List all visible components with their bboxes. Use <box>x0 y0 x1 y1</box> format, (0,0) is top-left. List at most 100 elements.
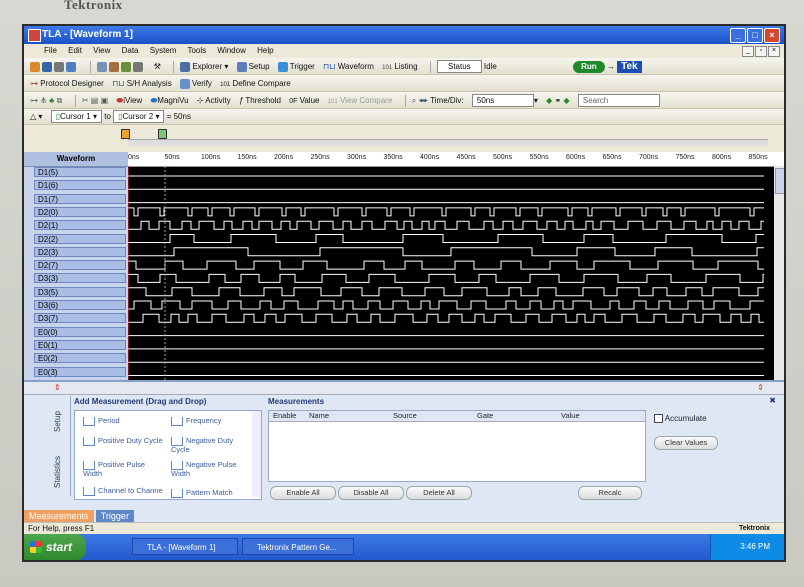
signal-label[interactable]: D2(1) <box>34 220 126 231</box>
search-next-icon[interactable]: ◆ <box>563 96 569 105</box>
mdi-restore-button[interactable]: ▫ <box>755 46 767 57</box>
disable-all-button[interactable]: Disable All <box>338 486 404 500</box>
start-button[interactable]: start <box>24 534 86 560</box>
cut-icon[interactable]: ✂ <box>82 96 89 105</box>
cursor2-select[interactable]: ▯Cursor 2 ▾ <box>113 110 165 124</box>
sh-analysis-button[interactable]: ⊓⊔ S/H Analysis <box>112 75 172 91</box>
open-icon[interactable] <box>30 61 40 72</box>
collapse-icon[interactable]: ⇕ <box>757 383 764 392</box>
tab-measurements[interactable]: Measurements <box>24 510 94 522</box>
record-icon[interactable] <box>66 61 76 72</box>
verify-button[interactable]: Verify <box>179 75 212 91</box>
measure-channel-delay[interactable]: Channel to Channel Delay <box>83 487 163 497</box>
chevron-down-icon[interactable]: ▾ <box>534 96 538 105</box>
measure-positive-duty-cycle[interactable]: Positive Duty Cycle <box>83 437 163 446</box>
measure-negative-duty-cycle[interactable]: Negative Duty Cycle <box>171 437 251 454</box>
value-button[interactable]: 0F Value <box>289 92 319 108</box>
signal-label[interactable]: D2(2) <box>34 233 126 244</box>
save-icon[interactable] <box>42 61 52 72</box>
probe-icon[interactable] <box>121 61 132 72</box>
measure-pattern-match[interactable]: Pattern Match <box>171 489 233 498</box>
chevron-down-icon[interactable]: ▾ <box>38 112 42 121</box>
splitter-bar[interactable]: ⇕ ⇕ <box>24 382 784 395</box>
signal-label[interactable]: D2(0) <box>34 206 126 217</box>
binoculars-icon[interactable]: ⚭ <box>555 96 562 105</box>
maximize-button[interactable]: □ <box>747 28 763 43</box>
signal-label[interactable]: E0(3) <box>34 366 126 377</box>
signal-label[interactable]: D1(7) <box>34 193 126 204</box>
signal-label[interactable]: E0(2) <box>34 353 126 364</box>
close-button[interactable]: × <box>764 28 780 43</box>
define-compare-button[interactable]: 101 Define Compare <box>220 75 291 91</box>
menu-view[interactable]: View <box>93 46 110 55</box>
mdi-close-button[interactable]: × <box>768 46 780 57</box>
module-icon[interactable] <box>109 61 120 72</box>
explorer-button[interactable]: Explorer ▾ <box>180 58 228 74</box>
zoom-icon[interactable]: ⌕ <box>412 96 416 105</box>
palette-scrollbar[interactable] <box>252 411 261 497</box>
signal-label[interactable]: D1(6) <box>34 180 126 191</box>
minimize-button[interactable]: _ <box>730 28 746 43</box>
menu-edit[interactable]: Edit <box>68 46 82 55</box>
task-tla-waveform[interactable]: TLA - [Waveform 1] <box>132 538 238 555</box>
signal-label[interactable]: D3(3) <box>34 273 126 284</box>
menu-window[interactable]: Window <box>217 46 245 55</box>
overlay-icon[interactable]: ⊶ <box>30 96 38 105</box>
search-prev-icon[interactable]: ◆ <box>546 96 552 105</box>
search-input[interactable]: Search <box>577 94 660 108</box>
signal-label[interactable]: E0(1) <box>34 339 126 350</box>
window-title-bar[interactable]: TLA - [Waveform 1] _ □ × <box>24 26 784 44</box>
measure-negative-pulse-width[interactable]: Negative Pulse Width <box>171 461 251 478</box>
accumulate-option[interactable]: Accumulate <box>654 414 707 424</box>
system-icon[interactable] <box>133 61 144 72</box>
signal-label[interactable]: D3(5) <box>34 286 126 297</box>
measure-period[interactable]: Period <box>83 417 120 426</box>
clipboard-icon[interactable]: ▣ <box>101 96 109 105</box>
tree-icon[interactable]: ♣ <box>49 96 54 105</box>
side-tab-statistics[interactable]: Statistics <box>53 448 62 488</box>
cursor2-marker-icon[interactable] <box>158 129 167 139</box>
run-button[interactable]: Run <box>573 60 605 73</box>
waveform-traces[interactable] <box>128 166 764 380</box>
side-tab-setup[interactable]: Setup <box>53 402 62 432</box>
scrollbar-thumb[interactable] <box>775 168 784 194</box>
tek-button[interactable]: Tek <box>617 60 642 73</box>
delete-all-button[interactable]: Delete All <box>406 486 472 500</box>
measure-positive-pulse-width[interactable]: Positive Pulse Width <box>83 461 163 478</box>
listing-button[interactable]: 101 Listing <box>382 58 417 74</box>
cursor1-select[interactable]: ▯Cursor 1 ▾ <box>50 110 102 124</box>
menu-tools[interactable]: Tools <box>187 46 206 55</box>
menu-data[interactable]: Data <box>122 46 139 55</box>
menu-help[interactable]: Help <box>257 46 273 55</box>
protocol-designer-button[interactable]: ⊶ Protocol Designer <box>30 75 104 91</box>
zoom-range-icon[interactable]: ⬌ <box>418 96 428 105</box>
trigger-button[interactable]: Trigger <box>277 58 315 74</box>
recalc-button[interactable]: Recalc <box>578 486 642 500</box>
panel-close-icon[interactable]: ✖ <box>769 396 776 405</box>
group-icon[interactable]: ⋔ <box>40 96 47 105</box>
copy-icon[interactable]: ⧉ <box>57 96 63 105</box>
signal-label[interactable]: D3(7) <box>34 313 126 324</box>
clear-values-button[interactable]: Clear Values <box>654 436 718 450</box>
signal-label[interactable]: E0(0) <box>34 326 126 337</box>
paste-icon[interactable]: ▤ <box>91 96 99 105</box>
waveform-button[interactable]: ⊓⊔ Waveform <box>323 58 374 74</box>
view-compare-button[interactable]: 101 View Compare <box>328 92 393 108</box>
accumulate-checkbox[interactable] <box>654 414 663 424</box>
iview-button[interactable]: ⬬iView <box>116 92 142 108</box>
setup-button[interactable]: Setup <box>236 58 270 74</box>
threshold-button[interactable]: ƒ Threshold <box>239 92 281 108</box>
expand-icon[interactable]: ⇕ <box>54 383 61 392</box>
cursor1-marker-icon[interactable] <box>121 129 130 139</box>
window-icon[interactable] <box>97 61 108 72</box>
status-button[interactable]: Status <box>437 60 482 74</box>
tab-trigger[interactable]: Trigger <box>95 510 134 522</box>
magnivu-button[interactable]: ⬬MagniVu <box>150 92 188 108</box>
menu-system[interactable]: System <box>150 46 177 55</box>
signal-label[interactable]: D3(6) <box>34 300 126 310</box>
activity-button[interactable]: ⊹ Activity <box>197 92 231 108</box>
measure-frequency[interactable]: Frequency <box>171 417 221 426</box>
hammer-icon[interactable]: ⚒ <box>154 58 161 74</box>
signal-label[interactable]: D1(5) <box>34 167 126 177</box>
enable-all-button[interactable]: Enable All <box>270 486 336 500</box>
